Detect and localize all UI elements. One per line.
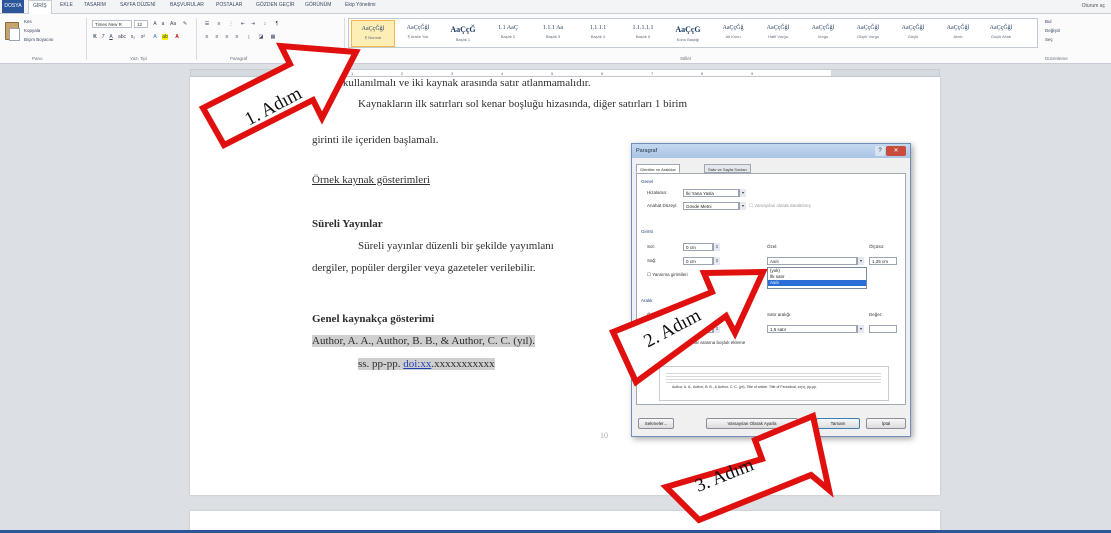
callout-arrows (198, 42, 834, 524)
